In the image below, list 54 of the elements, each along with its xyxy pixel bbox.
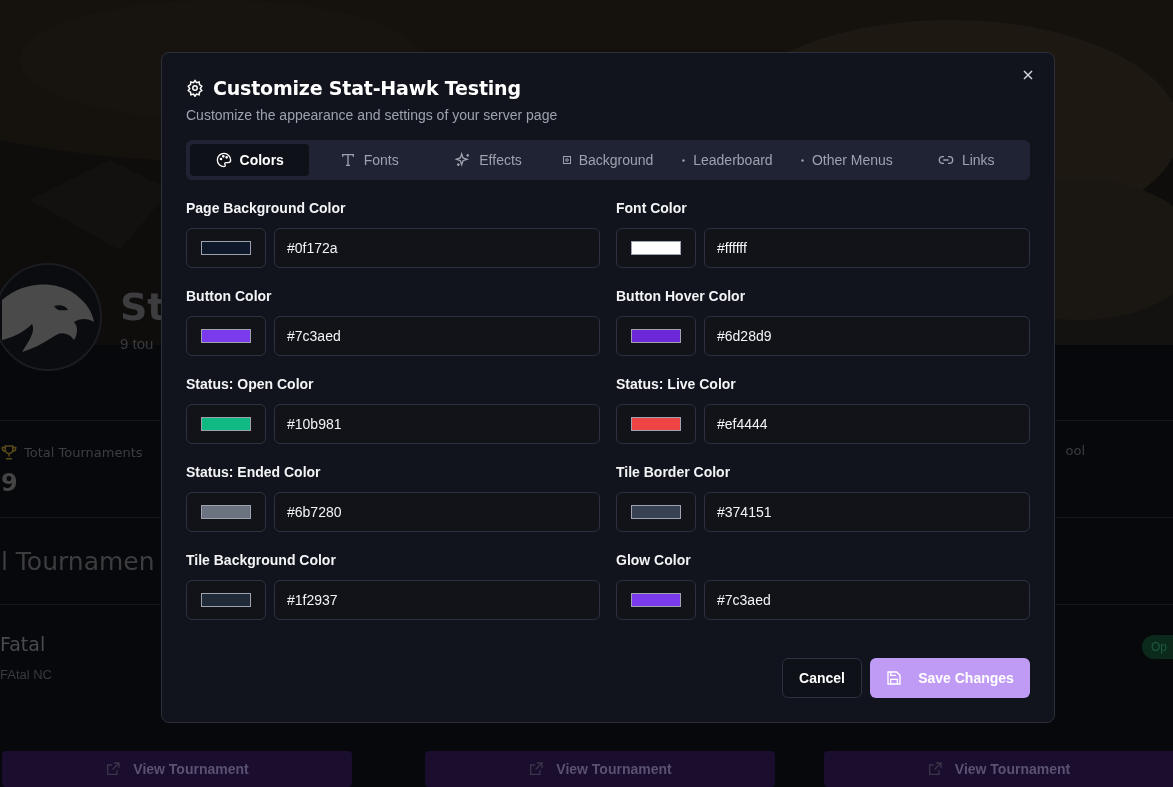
tab[interactable]: Colors (190, 144, 310, 176)
external-link-icon (105, 761, 122, 777)
palette-icon (215, 152, 232, 168)
external-link-icon (926, 761, 943, 777)
dialog-title: Customize Stat-Hawk Testing (213, 77, 521, 99)
sparkles-icon (455, 152, 472, 168)
color-swatch[interactable] (616, 316, 696, 356)
hex-input-field[interactable]: #6b7280 (274, 492, 600, 532)
cancel-button[interactable]: Cancel (782, 658, 862, 698)
tab[interactable]: Links (906, 144, 1026, 176)
color-swatch[interactable] (616, 492, 696, 532)
field-label: Status: Ended Color (186, 464, 322, 480)
field-label: Font Color (616, 200, 688, 216)
field-label: Glow Color (616, 552, 692, 568)
trophy-icon (0, 443, 18, 461)
color-swatch[interactable] (186, 404, 266, 444)
card-title: Fatal (0, 632, 46, 657)
field-label: Button Color (186, 288, 273, 304)
hex-input-field[interactable]: #7c3aed (704, 580, 1030, 620)
hex-input-field[interactable]: #374151 (704, 492, 1030, 532)
color-swatch[interactable] (616, 404, 696, 444)
hex-input-field[interactable]: #ef4444 (704, 404, 1030, 444)
field-label: Tile Background Color (186, 552, 337, 568)
settings-icon (186, 79, 204, 97)
external-link-icon (528, 761, 545, 777)
image-icon (562, 156, 571, 164)
field-label: Status: Open Color (186, 376, 315, 392)
text-icon (339, 152, 356, 168)
dot-icon (682, 158, 686, 162)
field-label: Button Hover Color (616, 288, 747, 304)
tab[interactable]: Leaderboard (667, 144, 788, 176)
field-label: Tile Border Color (616, 464, 732, 480)
dot-icon (800, 158, 804, 162)
hex-input-field[interactable]: #6d28d9 (704, 316, 1030, 356)
color-swatch[interactable] (186, 492, 266, 532)
field-label: Page Background Color (186, 200, 347, 216)
color-swatch[interactable] (616, 228, 696, 268)
color-swatch[interactable] (186, 316, 266, 356)
hex-input-field[interactable]: #0f172a (274, 228, 600, 268)
hex-input-field[interactable]: #7c3aed (274, 316, 600, 356)
color-swatch[interactable] (186, 580, 266, 620)
hex-input-field[interactable]: #1f2937 (274, 580, 600, 620)
tab[interactable]: Fonts (309, 144, 429, 176)
dialog-subtitle: Customize the appearance and settings of your server page (186, 106, 559, 124)
hex-input-field[interactable]: #10b981 (274, 404, 600, 444)
color-swatch[interactable] (616, 580, 696, 620)
tab[interactable]: Background (548, 144, 668, 176)
tab[interactable]: Other Menus (787, 144, 907, 176)
tab[interactable]: Effects (428, 144, 549, 176)
stat-value: 9 (1, 469, 18, 497)
save-icon (886, 670, 903, 686)
color-swatch[interactable] (186, 228, 266, 268)
field-label: Status: Live Color (616, 376, 737, 392)
hex-input-field[interactable]: #ffffff (704, 228, 1030, 268)
